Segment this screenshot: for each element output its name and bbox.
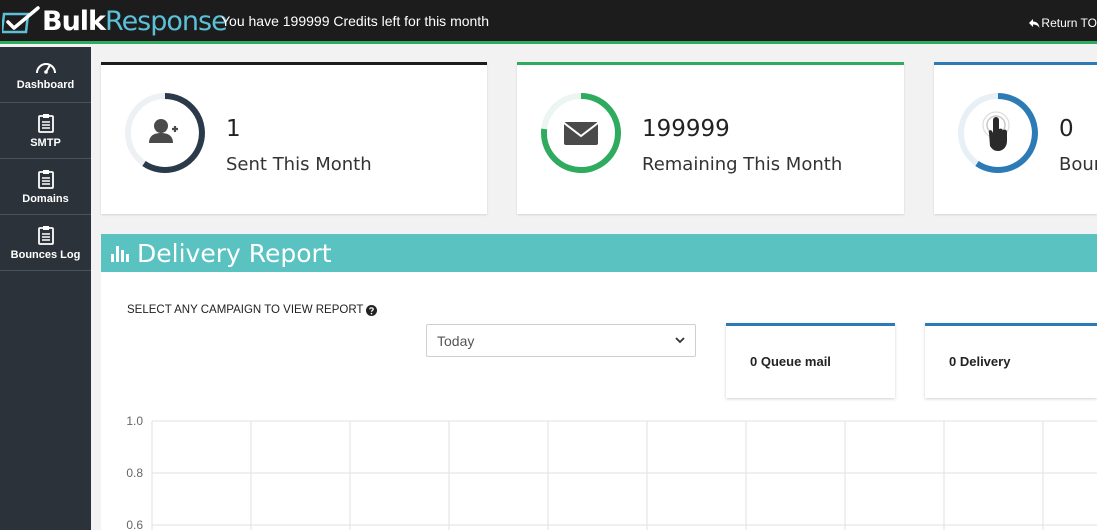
stat-card-bounced: 0 Bounced This Month — [934, 62, 1097, 214]
clipboard-icon — [37, 225, 54, 245]
sidebar-item-label: Bounces Log — [10, 248, 81, 261]
sidebar-item-bounces-log[interactable]: Bounces Log — [0, 215, 91, 271]
y-tick-label: 1.0 — [126, 414, 143, 428]
return-link[interactable]: Return TO — [1028, 16, 1097, 30]
gauge-icon — [35, 62, 56, 74]
checkmark-logo-icon — [2, 6, 40, 34]
report-body: SELECT ANY CAMPAIGN TO VIEW REPORT Today… — [101, 272, 1097, 530]
stat-card-sent: 1 Sent This Month — [101, 62, 487, 214]
progress-ring — [123, 91, 207, 175]
delivery-report-header: Delivery Report — [101, 234, 1097, 272]
chevron-down-icon — [675, 337, 685, 344]
stat-card-remaining: 199999 Remaining This Month — [517, 62, 904, 214]
queue-mail-card: 0 Queue mail — [726, 323, 895, 398]
delivery-chart: 1.0 0.8 0.6 — [101, 392, 1097, 530]
bounced-value: 0 — [1059, 116, 1074, 142]
campaign-select-label: SELECT ANY CAMPAIGN TO VIEW REPORT — [127, 304, 378, 316]
bar-chart-icon — [111, 246, 129, 262]
sidebar-item-domains[interactable]: Domains — [0, 159, 91, 215]
y-tick-label: 0.6 — [126, 518, 143, 530]
delivery-card: 0 Delivery — [925, 323, 1097, 398]
campaign-select-value: Today — [437, 332, 475, 349]
question-circle-icon[interactable] — [366, 304, 378, 316]
logo-text: BulkResponse — [42, 4, 228, 40]
campaign-select[interactable]: Today — [426, 324, 696, 357]
sidebar-item-smtp[interactable]: SMTP — [0, 103, 91, 159]
progress-ring — [539, 91, 623, 175]
report-title: Delivery Report — [137, 238, 332, 268]
reply-arrow-icon — [1029, 18, 1040, 28]
pointer-hand-icon — [982, 111, 1010, 151]
logo-response: Response — [105, 6, 228, 37]
sent-value: 1 — [226, 116, 241, 142]
logo[interactable]: BulkResponse — [2, 4, 228, 40]
sidebar-item-label: Dashboard — [16, 78, 75, 91]
clipboard-icon — [37, 169, 54, 189]
top-bar: BulkResponse You have 199999 Credits lef… — [0, 0, 1097, 44]
clipboard-icon — [37, 113, 54, 133]
remaining-value: 199999 — [642, 116, 730, 142]
campaign-select-label-text: SELECT ANY CAMPAIGN TO VIEW REPORT — [127, 304, 364, 316]
bounced-label: Bounced This Month — [1059, 154, 1097, 175]
y-tick-label: 0.8 — [126, 466, 143, 480]
envelope-icon — [563, 122, 599, 145]
queue-mail-count: 0 Queue mail — [750, 354, 831, 369]
delivery-count: 0 Delivery — [949, 354, 1011, 369]
credits-notice: You have 199999 Credits left for this mo… — [221, 13, 489, 29]
sidebar: Dashboard SMTP Domains Bounces Log — [0, 47, 91, 530]
logo-bulk: Bulk — [42, 6, 106, 37]
sidebar-item-label: Domains — [22, 192, 69, 205]
remaining-label: Remaining This Month — [642, 154, 843, 175]
sent-label: Sent This Month — [226, 154, 372, 175]
return-label: Return TO — [1041, 16, 1097, 30]
add-user-icon — [149, 119, 178, 143]
sidebar-item-label: SMTP — [30, 136, 61, 149]
progress-ring — [956, 91, 1040, 175]
sidebar-item-dashboard[interactable]: Dashboard — [0, 47, 91, 103]
delivery-chart-svg: 1.0 0.8 0.6 — [126, 414, 1097, 530]
